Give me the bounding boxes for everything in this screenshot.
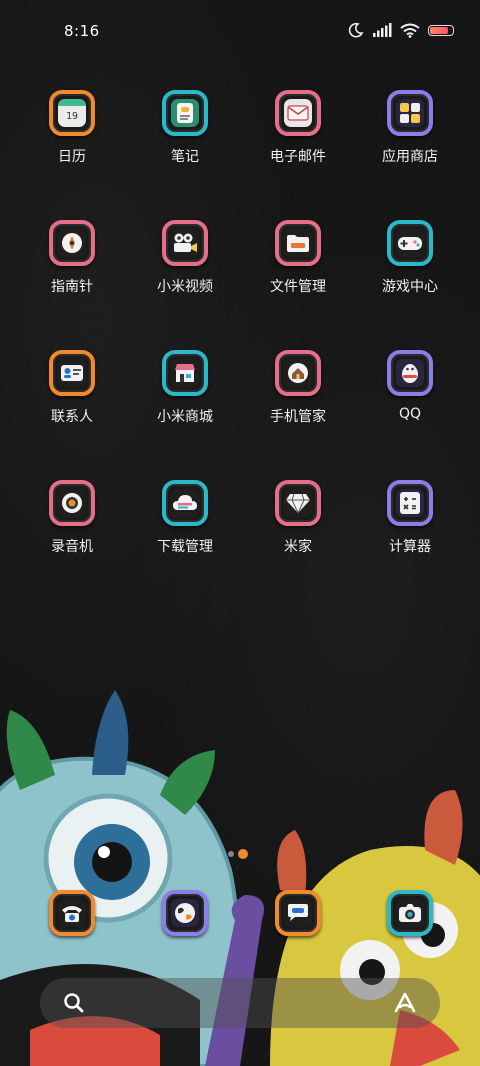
download-cloud-icon[interactable] (162, 480, 208, 526)
envelope-glyph (287, 105, 309, 121)
storefront-glyph (175, 364, 195, 382)
app-label: 电子邮件 (270, 149, 326, 165)
app-label: 日历 (58, 149, 86, 165)
app-label: 手机管家 (270, 409, 326, 425)
folder-icon[interactable] (275, 220, 321, 266)
camera-glyph (174, 233, 197, 252)
store-icon[interactable] (162, 350, 208, 396)
battery-icon (428, 24, 454, 36)
house-globe-glyph (288, 363, 308, 383)
gamepad-icon[interactable] (387, 220, 433, 266)
app-downloads[interactable]: 下载管理 (130, 480, 240, 556)
app-label: QQ (398, 406, 422, 422)
app-contacts[interactable]: 联系人 (17, 350, 127, 426)
signal-icon (373, 23, 392, 37)
app-store[interactable]: 应用商店 (355, 90, 465, 166)
app-game-center[interactable]: 游戏中心 (355, 220, 465, 296)
status-bar: 8:16 (0, 0, 480, 62)
app-store-icon[interactable] (387, 90, 433, 136)
calendar-date: 19 (65, 110, 79, 122)
grid-glyph (400, 103, 420, 123)
app-notes[interactable]: 笔记 (130, 90, 240, 166)
chat-bubble-glyph (288, 904, 308, 921)
dock-messages[interactable] (243, 890, 353, 936)
wifi-icon (400, 23, 420, 38)
page-dot-active (238, 849, 248, 859)
app-label: 下载管理 (157, 539, 213, 555)
calendar-icon[interactable]: 19 (49, 90, 95, 136)
app-calculator[interactable]: 计算器 (355, 480, 465, 556)
contacts-icon[interactable] (49, 350, 95, 396)
email-icon[interactable] (275, 90, 321, 136)
app-label: 小米商城 (157, 409, 213, 425)
app-compass[interactable]: 指南针 (17, 220, 127, 296)
app-label: 应用商店 (382, 149, 438, 165)
camera-body-glyph (399, 904, 421, 922)
record-glyph (62, 493, 82, 513)
app-email[interactable]: 电子邮件 (243, 90, 353, 166)
qq-icon[interactable] (387, 350, 433, 396)
app-label: 录音机 (51, 539, 93, 555)
page-dot (228, 851, 234, 857)
app-recorder[interactable]: 录音机 (17, 480, 127, 556)
diamond-glyph (286, 493, 310, 514)
security-icon[interactable] (275, 350, 321, 396)
phone-icon[interactable] (49, 890, 95, 936)
page-indicator (228, 849, 248, 859)
search-bar[interactable] (40, 978, 440, 1028)
status-time: 8:16 (64, 22, 100, 40)
app-label: 小米视频 (157, 279, 213, 295)
folder-glyph (287, 235, 309, 252)
globe-glyph (175, 903, 195, 923)
app-files[interactable]: 文件管理 (243, 220, 353, 296)
dock-camera[interactable] (355, 890, 465, 936)
app-security[interactable]: 手机管家 (243, 350, 353, 426)
app-label: 游戏中心 (382, 279, 438, 295)
dock-browser[interactable] (130, 890, 240, 936)
app-video[interactable]: 小米视频 (130, 220, 240, 296)
camera-icon[interactable] (387, 890, 433, 936)
telephone-glyph (62, 906, 82, 922)
search-icon[interactable] (62, 991, 86, 1015)
dock (0, 890, 480, 950)
notes-icon[interactable] (162, 90, 208, 136)
messages-icon[interactable] (275, 890, 321, 936)
app-label: 联系人 (51, 409, 93, 425)
contact-card-glyph (61, 365, 83, 381)
app-qq[interactable]: QQ (355, 350, 465, 422)
video-camera-icon[interactable] (162, 220, 208, 266)
compass-glyph (62, 233, 82, 253)
recorder-icon[interactable] (49, 480, 95, 526)
status-icons (348, 22, 454, 38)
compass-icon[interactable] (49, 220, 95, 266)
app-label: 笔记 (171, 149, 199, 165)
app-mijia[interactable]: 米家 (243, 480, 353, 556)
app-mi-store[interactable]: 小米商城 (130, 350, 240, 426)
app-label: 文件管理 (270, 279, 326, 295)
calculator-glyph (400, 492, 420, 514)
app-label: 计算器 (389, 539, 431, 555)
app-label: 指南针 (51, 279, 93, 295)
battery-level (430, 26, 449, 34)
assistant-icon[interactable] (392, 990, 418, 1016)
app-calendar[interactable]: 19 日历 (17, 90, 127, 166)
browser-icon[interactable] (162, 890, 208, 936)
calculator-icon[interactable] (387, 480, 433, 526)
dock-phone[interactable] (17, 890, 127, 936)
moon-icon (348, 22, 364, 38)
gamepad-glyph (398, 237, 422, 250)
app-label: 米家 (284, 539, 312, 555)
penguin-glyph (402, 364, 418, 383)
mijia-icon[interactable] (275, 480, 321, 526)
cloud-glyph (173, 495, 197, 510)
